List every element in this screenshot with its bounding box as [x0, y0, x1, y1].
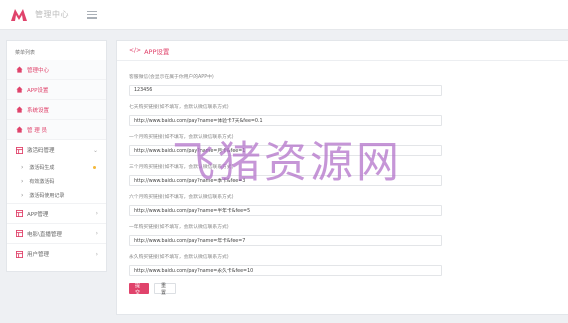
- sidebar-subitem-generate-codes[interactable]: › 激活码生成: [7, 160, 106, 174]
- home-icon: [15, 86, 23, 94]
- 6month-link-input[interactable]: http://www.baidu.com/pay?name=半年卡&fee=5: [129, 205, 442, 216]
- sidebar-item-administrators[interactable]: 管 理 员: [7, 120, 106, 140]
- chevron-right-icon: ›: [95, 210, 98, 217]
- sidebar: 菜单列表 管理中心 APP设置 系统设置 管 理 员 激活码管理 ⌄ › 激活码…: [6, 40, 107, 272]
- sidebar-item-label: APP设置: [27, 87, 49, 94]
- app-settings-panel: </> APP设置 客服微信(会显示在属于你用户的APP中) 123456 七天…: [116, 40, 568, 315]
- sidebar-title: 菜单列表: [15, 50, 36, 56]
- field-label: 三个月购买链接(如不填写，会默认微信联系方式): [129, 165, 234, 170]
- chevron-right-icon: ›: [95, 250, 98, 258]
- field-1month-link: 一个月购买链接(如不填写，会默认微信联系方式) http://www.baidu…: [129, 135, 442, 156]
- field-label: 一年购买链接(如不填写，会默认微信联系方式): [129, 225, 229, 230]
- field-label: 永久购买链接(如不填写，会默认微信联系方式): [129, 255, 229, 260]
- sidebar-item-label: 用户管理: [27, 252, 50, 258]
- sidebar-item-movie-live-management[interactable]: 电影\直播管理 ›: [7, 224, 106, 244]
- code-icon: </>: [129, 47, 142, 54]
- field-label: 七天购买链接(如不填写，会默认微信联系方式): [129, 105, 229, 110]
- field-6month-link: 六个月购买链接(如不填写，会默认微信联系方式) http://www.baidu…: [129, 195, 442, 216]
- sidebar-item-label: 激活码管理: [27, 148, 55, 154]
- sidebar-item-user-management[interactable]: 用户管理 ›: [7, 244, 106, 264]
- 1month-link-input[interactable]: http://www.baidu.com/pay?name=月卡&fee=1: [129, 145, 442, 156]
- sidebar-subitem-label: 有效激活码: [29, 178, 55, 185]
- brand-logo[interactable]: [10, 7, 32, 23]
- chevron-right-icon: ›: [95, 230, 98, 237]
- menu-toggle-button[interactable]: [87, 10, 97, 19]
- sidebar-subitem-label: 激活码使用记录: [29, 193, 65, 199]
- field-label: 客服微信(会显示在属于你用户的APP中): [129, 75, 214, 80]
- sidebar-item-system-settings[interactable]: 系统设置: [7, 100, 106, 120]
- permanent-link-input[interactable]: http://www.baidu.com/pay?name=永久卡&fee=10: [129, 265, 442, 276]
- sidebar-item-label: 管理中心: [27, 67, 50, 74]
- field-label: 六个月购买链接(如不填写，会默认微信联系方式): [129, 195, 234, 200]
- grid-icon: [15, 210, 23, 218]
- grid-icon: [15, 250, 23, 258]
- top-bar: 管理中心: [0, 0, 568, 30]
- sidebar-subitem-valid-codes[interactable]: › 有效激活码: [7, 174, 106, 188]
- reset-button[interactable]: 重置: [154, 283, 176, 296]
- sidebar-item-app-management[interactable]: APP管理 ›: [7, 204, 106, 224]
- chevron-right-icon: ›: [21, 192, 24, 199]
- home-icon: [15, 106, 23, 114]
- field-label: 一个月购买链接(如不填写，会默认微信联系方式): [129, 135, 234, 140]
- chevron-right-icon: ›: [21, 163, 24, 171]
- sidebar-item-activation-codes[interactable]: 激活码管理 ⌄: [7, 140, 106, 160]
- sidebar-item-label: 系统设置: [27, 107, 50, 114]
- hamburger-icon: [87, 10, 97, 12]
- sidebar-item-app-settings[interactable]: APP设置: [7, 80, 106, 100]
- wechat-input[interactable]: 123456: [129, 85, 442, 96]
- field-1year-link: 一年购买链接(如不填写，会默认微信联系方式) http://www.baidu.…: [129, 225, 442, 246]
- panel-title: APP设置: [144, 47, 170, 56]
- sidebar-subitem-label: 激活码生成: [29, 164, 55, 171]
- sidebar-subitem-code-usage-log[interactable]: › 激活码使用记录: [7, 188, 106, 204]
- field-permanent-link: 永久购买链接(如不填写，会默认微信联系方式) http://www.baidu.…: [129, 255, 442, 276]
- home-icon: [15, 66, 23, 74]
- field-customer-service-wechat: 客服微信(会显示在属于你用户的APP中) 123456: [129, 75, 442, 96]
- panel-header: </> APP设置: [117, 41, 568, 61]
- sidebar-item-label: APP管理: [27, 211, 49, 218]
- grid-icon: [15, 146, 23, 154]
- notification-dot: [93, 165, 96, 169]
- sidebar-item-label: 电影\直播管理: [27, 231, 62, 238]
- 1year-link-input[interactable]: http://www.baidu.com/pay?name=年卡&fee=7: [129, 235, 442, 246]
- grid-icon: [15, 230, 23, 238]
- sidebar-item-admin-center[interactable]: 管理中心: [7, 60, 106, 80]
- submit-button[interactable]: 提交: [129, 283, 149, 296]
- field-3month-link: 三个月购买链接(如不填写，会默认微信联系方式) http://www.baidu…: [129, 165, 442, 186]
- chevron-down-icon: ⌄: [92, 146, 98, 154]
- field-7day-link: 七天购买链接(如不填写，会默认微信联系方式) http://www.baidu.…: [129, 105, 442, 126]
- 3month-link-input[interactable]: http://www.baidu.com/pay?name=季卡&fee=3: [129, 175, 442, 186]
- sidebar-item-label: 管 理 员: [27, 127, 47, 134]
- brand-title: 管理中心: [35, 10, 69, 19]
- m-logo-icon: [11, 8, 27, 21]
- 7day-link-input[interactable]: http://www.baidu.com/pay?name=体验卡7天&fee=…: [129, 115, 442, 126]
- chevron-right-icon: ›: [21, 177, 24, 185]
- home-icon: [15, 126, 23, 134]
